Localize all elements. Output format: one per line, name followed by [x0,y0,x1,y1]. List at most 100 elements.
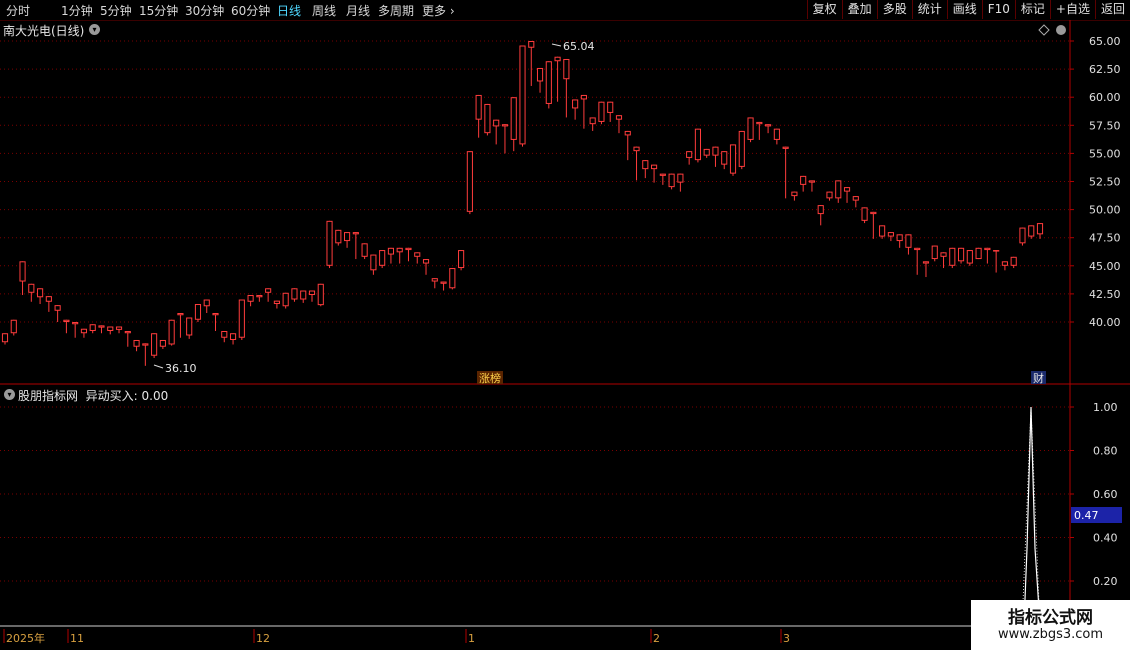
candle-body-up [668,173,675,188]
candle-body-up [633,146,640,152]
candle-body-up [993,250,1000,252]
candle-body-up [756,121,763,125]
candle-body-up [563,58,570,80]
candle-body-up [72,322,79,325]
candle-body-up [212,313,219,316]
candle-body-up [308,290,316,296]
settings-icon [1056,25,1066,35]
candle-body-up [852,196,859,201]
candle-body-up [431,278,438,282]
candle-body-up [80,328,88,334]
candle-body-up [115,326,123,330]
candle-body-up [800,175,807,185]
candle-body-up [344,232,351,242]
candle-body-up [142,343,149,346]
candle-body-up [203,299,210,307]
price-tick-label: 47.50 [1089,232,1121,245]
candle-body-up [650,164,658,170]
candle-body-up [1010,256,1017,266]
candle-body-up [133,339,140,347]
candle-body-up [782,146,789,149]
candle-body-up [870,211,877,215]
candle-body-up [247,295,254,302]
candle-body-up [817,205,824,215]
candle-body-up [28,283,35,293]
kline-chart[interactable]: 65.00 62.50 60.00 57.50 55.00 52.50 50.00 47.50… [0,0,1130,650]
candle-body-up [37,288,44,298]
candle-body-up [291,288,298,300]
candle-body-up [598,101,605,122]
candle-body-up [721,151,728,165]
candle-body-up [10,319,17,334]
candle-body-up [151,333,158,356]
grid-lines [0,40,1070,582]
time-tick-label: 2 [653,632,660,645]
low-marker-line [153,364,164,369]
candle-body-up [387,247,395,255]
limit-up-badge[interactable]: 涨榜 [479,371,501,385]
candle-body-up [98,325,105,328]
indicator-line [1018,406,1041,626]
candle-body-up [177,313,184,316]
price-tick-label: 60.00 [1089,91,1121,104]
price-tick-label: 57.50 [1089,119,1121,132]
candle-body-up [335,229,342,244]
candle-body-up [747,117,754,140]
candle-body-up [361,243,368,257]
candle-body-up [686,151,693,158]
candle-body-up [738,130,745,167]
candle-body-up [826,191,833,199]
candle-body-up [1019,227,1026,244]
indicator-plot [1018,406,1041,627]
indicator-tick-label: 0.20 [1093,575,1118,588]
candle-body-up [352,232,359,235]
candle-body-up [966,250,973,264]
indicator-menu-icon[interactable]: ▾ [4,389,15,400]
candle-body-up [168,319,175,345]
candle-body-up [466,151,473,212]
low-price-label: 36.10 [165,362,197,375]
candle-body-up [510,97,517,140]
candle-body-up [843,187,851,192]
candle-body-up [475,94,482,120]
finance-badge[interactable]: 财 [1033,371,1044,385]
candle-body-up [659,173,666,176]
candle-body-up [694,128,701,161]
chevron-down-icon[interactable]: ▾ [89,24,100,35]
candle-body-up [501,124,509,127]
price-tick-label: 45.00 [1089,260,1121,273]
price-tick-label: 55.00 [1089,147,1121,160]
candle-body-up [580,94,587,100]
candle-body-up [949,247,956,266]
candle-body-up [624,130,631,136]
candle-body-up [887,232,894,237]
price-tick-label: 40.00 [1089,316,1121,329]
high-marker-line [551,43,562,47]
indicator-tick-label: 0.80 [1093,445,1118,458]
indicator-value-badge: 0.47 [1074,509,1099,522]
candle-body-up [1036,223,1044,235]
candle-body-up [773,128,780,140]
candle-body-up [256,295,263,298]
candle-body-up [729,144,737,174]
candle-body-up [922,261,930,264]
price-tick-label: 52.50 [1089,176,1121,189]
indicator-tick-label: 1.00 [1093,401,1118,414]
indicator-value-label: 异动买入: 0.00 [85,389,169,403]
candle-body-up [221,330,228,338]
candle-body-up [107,326,114,331]
candle-body-up [589,117,596,125]
candle-body-up [677,173,684,183]
candle-body-up [317,283,324,306]
candle-body-up [975,247,982,260]
chart-title: 南大光电(日线) [3,24,85,38]
candles [1,41,1044,366]
candle-body-up [712,146,719,156]
watermark-url: www.zbgs3.com [997,627,1104,642]
candle-body-up [572,99,579,109]
candle-body-up [984,247,991,251]
candle-body-up [528,41,535,48]
indicator-name: 股朋指标网 [18,389,79,403]
candle-body-up [642,160,649,170]
candle-body-up [545,61,552,104]
